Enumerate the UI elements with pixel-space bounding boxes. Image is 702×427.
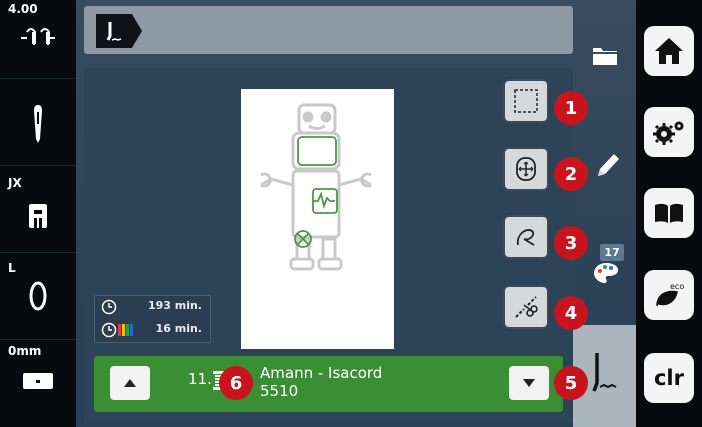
- move-icon: [516, 157, 536, 181]
- hoop-select-button[interactable]: [503, 79, 549, 123]
- clock-colors-icon: [101, 322, 133, 338]
- remaining-time-row: 16 min.: [95, 319, 210, 341]
- callout-5: 5: [554, 366, 588, 400]
- stitch-width-icon: [21, 28, 55, 45]
- main-area: 193 min. 16 min. 17 11. Amann - Isacord …: [76, 0, 636, 427]
- callout-1: 1: [554, 91, 588, 125]
- stitch-width-value: 4.00: [8, 2, 38, 16]
- pencil-icon[interactable]: [595, 151, 621, 179]
- home-button[interactable]: [644, 26, 694, 76]
- offset-cell[interactable]: 0mm: [0, 340, 76, 427]
- stitch-width-cell[interactable]: 4.00: [0, 0, 76, 79]
- palette-icon[interactable]: [593, 262, 619, 284]
- colors-count-badge: 17: [600, 244, 624, 261]
- eco-button[interactable]: eco: [644, 270, 694, 320]
- embroidery-mode-tab[interactable]: [96, 14, 142, 48]
- time-info-box: 193 min. 16 min.: [94, 295, 211, 343]
- left-sidebar: 4.00 JX L 0mm: [0, 0, 76, 427]
- cut-icon: [515, 296, 538, 318]
- settings-button[interactable]: [644, 107, 694, 157]
- needle-icon: [34, 105, 42, 143]
- check-icon: [516, 229, 535, 246]
- clock-icon: [101, 299, 117, 315]
- thread-code: 5510: [260, 382, 299, 400]
- eco-icon: eco: [656, 282, 684, 307]
- previous-color-button[interactable]: [110, 366, 150, 400]
- callout-3: 3: [554, 226, 588, 260]
- thread-brand: Amann - Isacord: [260, 364, 383, 382]
- needle-cell[interactable]: [0, 79, 76, 166]
- settings-icon: [653, 121, 684, 145]
- svg-text:eco: eco: [670, 282, 684, 291]
- edit-design-button[interactable]: [503, 147, 549, 191]
- top-bar: [84, 6, 573, 54]
- cut-stitches-button[interactable]: [503, 285, 549, 329]
- triangle-up-icon: [124, 379, 136, 387]
- tutorial-button[interactable]: [644, 188, 694, 238]
- thread-number: 11.: [188, 370, 212, 388]
- remaining-time-value: 16 min.: [155, 322, 202, 335]
- robot-design[interactable]: [241, 89, 394, 349]
- embroidery-needle-icon: [592, 353, 617, 392]
- embroidery-hoop[interactable]: [241, 89, 394, 349]
- total-time-value: 193 min.: [147, 299, 202, 312]
- home-icon: [655, 38, 683, 64]
- total-time-row: 193 min.: [95, 296, 210, 318]
- stitch-plate-icon: [29, 281, 47, 311]
- thread-color-bar: 11. Amann - Isacord 5510: [94, 356, 563, 412]
- offset-value: 0mm: [8, 344, 42, 358]
- triangle-down-icon: [523, 379, 535, 387]
- clear-button[interactable]: clr: [644, 353, 694, 403]
- tutorial-icon: [655, 203, 683, 223]
- right-sidebar: eco clr: [636, 0, 702, 427]
- presser-foot-cell[interactable]: JX: [0, 166, 76, 253]
- callout-4: 4: [554, 296, 588, 330]
- needle-small-icon: [106, 22, 122, 41]
- callout-6: 6: [219, 366, 253, 400]
- presser-foot-icon: [29, 204, 47, 228]
- folder-icon[interactable]: [592, 44, 618, 66]
- callout-2: 2: [554, 157, 588, 191]
- stitch-plate-cell[interactable]: L: [0, 253, 76, 340]
- needle-position-icon: [23, 373, 53, 389]
- stitch-plate-value: L: [8, 261, 16, 275]
- clear-button-label: clr: [653, 366, 684, 390]
- check-design-button[interactable]: [503, 215, 549, 259]
- next-color-button[interactable]: [509, 366, 549, 400]
- thread-info: Amann - Isacord 5510: [260, 364, 382, 400]
- hoop-icon: [514, 89, 538, 113]
- presser-foot-value: JX: [8, 176, 22, 190]
